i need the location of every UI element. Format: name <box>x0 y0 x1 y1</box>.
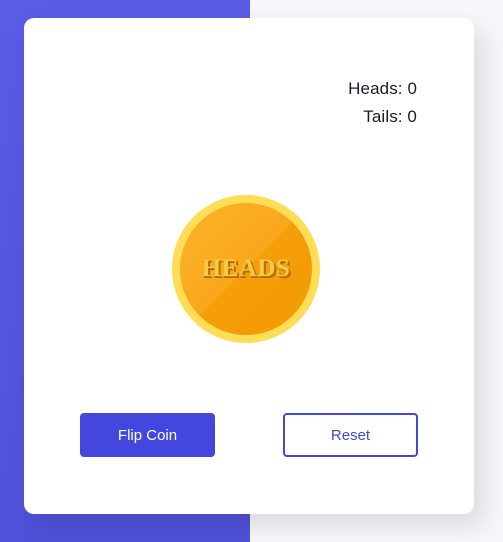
tails-count: Tails: 0 <box>363 107 417 126</box>
coin: HEADS <box>172 195 320 343</box>
reset-button[interactable]: Reset <box>283 413 418 457</box>
coin-face-label: HEADS <box>201 255 291 282</box>
flip-coin-button[interactable]: Flip Coin <box>80 413 215 457</box>
coin-flip-card: Heads: 0 Tails: 0 HEADS Flip Coin Reset <box>24 18 474 514</box>
heads-count: Heads: 0 <box>348 79 417 98</box>
coin-face: HEADS <box>180 203 312 335</box>
